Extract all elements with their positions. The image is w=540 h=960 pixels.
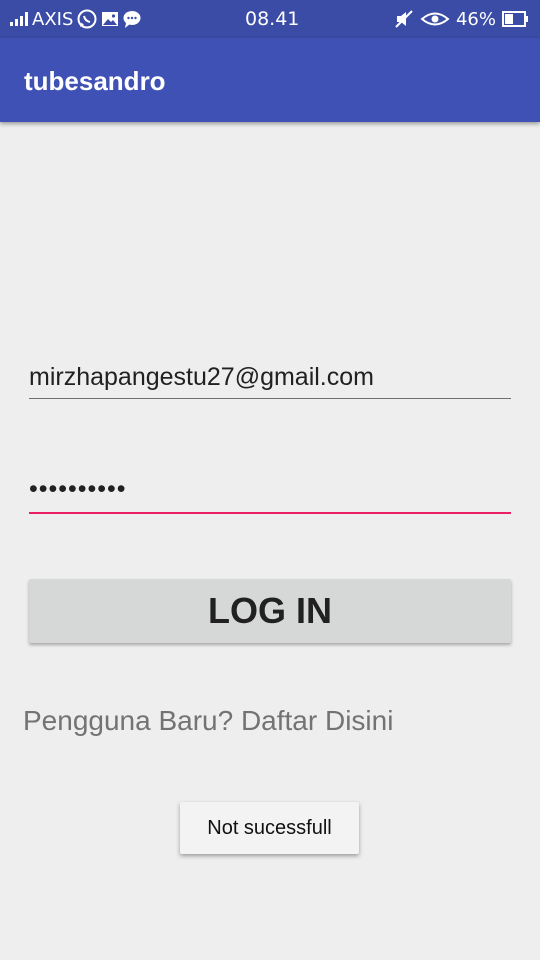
status-bar: AXIS 08.41 46%	[0, 0, 540, 38]
carrier-label: AXIS	[32, 8, 74, 30]
image-icon	[101, 10, 119, 28]
mute-icon	[394, 9, 414, 29]
eye-icon	[420, 10, 450, 28]
signal-icon	[10, 12, 28, 26]
status-right: 46%	[394, 7, 530, 31]
email-field[interactable]: mirzhapangestu27@gmail.com	[29, 362, 511, 399]
battery-icon	[502, 10, 530, 28]
status-left: AXIS	[10, 7, 142, 31]
password-field[interactable]: ••••••••••	[29, 474, 511, 514]
status-time: 08.41	[245, 8, 300, 30]
whatsapp-icon	[76, 8, 98, 30]
register-link[interactable]: Pengguna Baru? Daftar Disini	[23, 704, 393, 738]
app-bar: tubesandro	[0, 38, 540, 122]
login-button[interactable]: LOG IN	[29, 579, 511, 643]
battery-percent: 46%	[455, 8, 496, 30]
message-icon	[122, 9, 142, 29]
app-title: tubesandro	[24, 66, 166, 96]
toast-message: Not sucessfull	[180, 802, 359, 854]
